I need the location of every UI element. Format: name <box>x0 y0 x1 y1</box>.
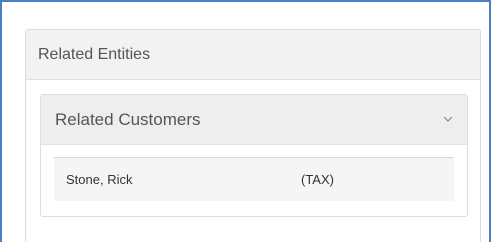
related-entities-title: Related Entities <box>38 45 151 63</box>
related-entities-panel: Related Entities Related Customers Stone… <box>25 29 481 242</box>
related-customers-panel: Related Customers Stone, Rick (TAX) <box>40 94 468 217</box>
related-customers-title: Related Customers <box>55 109 201 129</box>
table-row[interactable]: Stone, Rick (TAX) <box>54 157 454 201</box>
related-customers-header[interactable]: Related Customers <box>41 95 467 145</box>
chevron-down-icon[interactable] <box>441 113 455 127</box>
customer-role: (TAX) <box>301 172 334 187</box>
customer-name: Stone, Rick <box>66 172 133 187</box>
related-entities-header: Related Entities <box>26 30 480 80</box>
related-customers-list: Stone, Rick (TAX) <box>54 157 454 201</box>
